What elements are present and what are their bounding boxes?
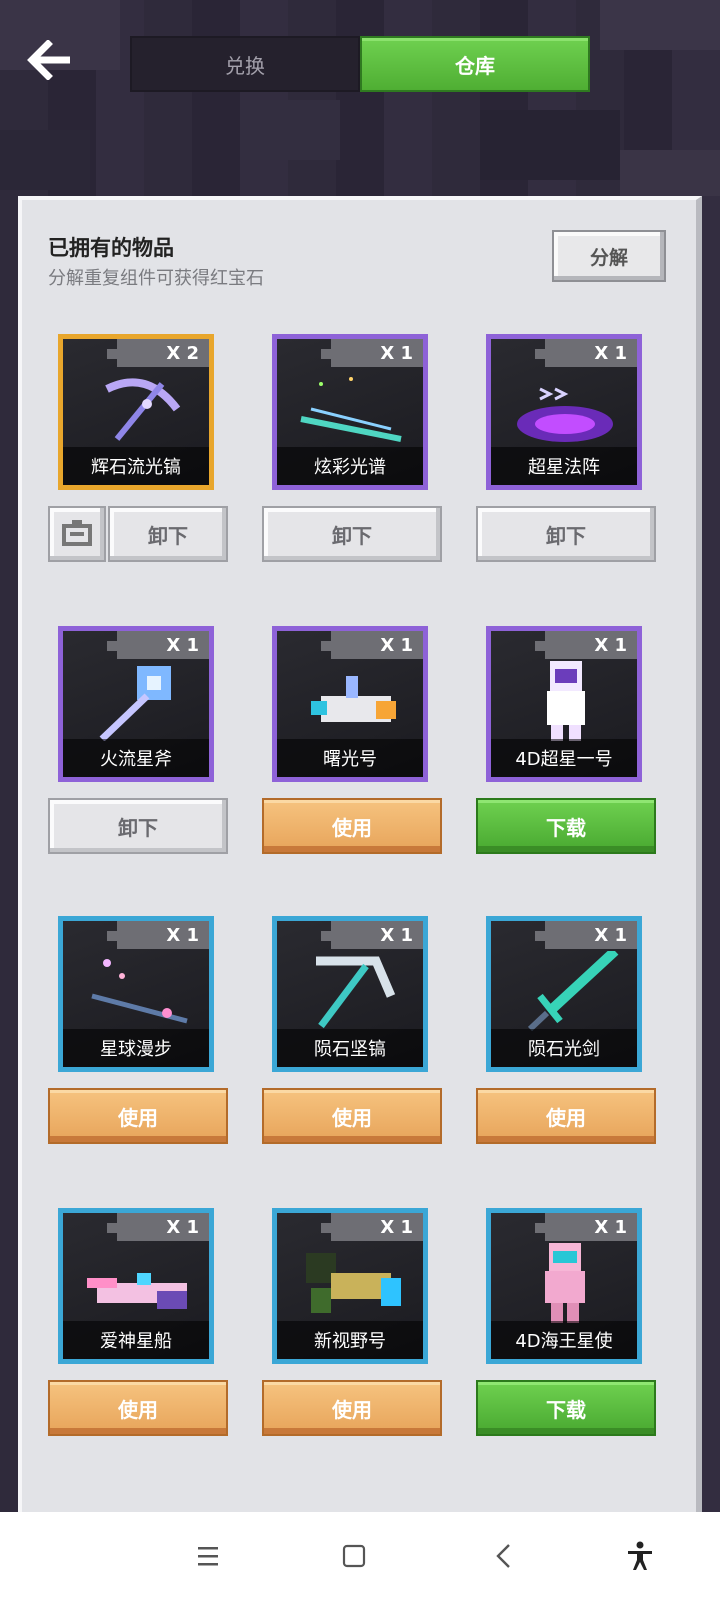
- quantity-badge: X 1: [321, 1213, 423, 1241]
- new-horizons-ship-icon: [306, 1253, 401, 1313]
- unequip-button[interactable]: 卸下: [48, 798, 228, 854]
- spaceship-icon: [311, 676, 396, 722]
- use-button[interactable]: 使用: [48, 1088, 228, 1144]
- item-card[interactable]: X 1 4D超星一号: [486, 626, 642, 782]
- meteor-pickaxe-icon: [316, 956, 396, 1029]
- meteor-sword-icon: [527, 951, 619, 1031]
- use-button[interactable]: 使用: [476, 1088, 656, 1144]
- item-card[interactable]: X 1 星球漫步: [58, 916, 214, 1072]
- panel-subtitle: 分解重复组件可获得红宝石: [48, 268, 264, 289]
- item-card[interactable]: X 1 炫彩光谱: [272, 334, 428, 490]
- quantity-badge: X 1: [107, 921, 209, 949]
- item-card[interactable]: X 1 火流星斧: [58, 626, 214, 782]
- item-name: 陨石光剑: [491, 1029, 637, 1067]
- quantity-badge: X 1: [107, 1213, 209, 1241]
- accessibility-icon: [628, 1541, 652, 1570]
- item-name: 爱神星船: [63, 1321, 209, 1359]
- unequip-button[interactable]: 卸下: [262, 506, 442, 562]
- download-button[interactable]: 下载: [476, 1380, 656, 1436]
- item-name: 星球漫步: [63, 1029, 209, 1067]
- home-icon: [342, 1544, 366, 1568]
- neptune-messenger-skin-icon: [545, 1243, 585, 1323]
- item-name: 陨石坚镐: [277, 1029, 423, 1067]
- use-button[interactable]: 使用: [48, 1380, 228, 1436]
- panel-title: 已拥有的物品: [48, 236, 174, 260]
- magic-circle-icon: [517, 387, 613, 442]
- item-card[interactable]: X 1 爱神星船: [58, 1208, 214, 1364]
- unequip-button[interactable]: 卸下: [108, 506, 228, 562]
- item-name: 曙光号: [277, 739, 423, 777]
- tab-bar: 兑换 仓库: [130, 36, 590, 92]
- top-bar: 兑换 仓库: [0, 0, 720, 130]
- menu-icon: [198, 1547, 218, 1566]
- quantity-badge: X 2: [107, 339, 209, 367]
- disassemble-button[interactable]: [48, 506, 106, 562]
- system-nav-bar: [0, 1512, 720, 1600]
- item-card[interactable]: X 1 陨石光剑: [486, 916, 642, 1072]
- decompose-button[interactable]: 分解: [552, 230, 666, 282]
- axe-icon: [99, 666, 171, 741]
- use-button[interactable]: 使用: [262, 798, 442, 854]
- quantity-badge: X 1: [535, 1213, 637, 1241]
- quantity-badge: X 1: [535, 921, 637, 949]
- use-button[interactable]: 使用: [262, 1088, 442, 1144]
- download-button[interactable]: 下载: [476, 798, 656, 854]
- item-name: 炫彩光谱: [277, 447, 423, 485]
- item-card[interactable]: X 1 陨石坚镐: [272, 916, 428, 1072]
- back-icon: [496, 1544, 510, 1568]
- item-card[interactable]: X 1 4D海王星使: [486, 1208, 642, 1364]
- tab-exchange[interactable]: 兑换: [130, 36, 360, 92]
- quantity-badge: X 1: [321, 631, 423, 659]
- item-name: 新视野号: [277, 1321, 423, 1359]
- arrow-left-icon: [27, 39, 70, 81]
- nav-menu-button[interactable]: [188, 1536, 228, 1576]
- quantity-badge: X 1: [535, 631, 637, 659]
- nav-accessibility-button[interactable]: [620, 1536, 660, 1576]
- item-card[interactable]: X 2 辉石流光镐: [58, 334, 214, 490]
- nav-back-button[interactable]: [484, 1536, 524, 1576]
- unequip-button[interactable]: 卸下: [476, 506, 656, 562]
- tab-warehouse[interactable]: 仓库: [360, 36, 590, 92]
- item-name: 火流星斧: [63, 739, 209, 777]
- back-button[interactable]: [26, 39, 72, 81]
- item-card[interactable]: X 1 曙光号: [272, 626, 428, 782]
- spectrum-trail-icon: [300, 377, 402, 442]
- quantity-badge: X 1: [107, 631, 209, 659]
- item-card[interactable]: X 1 超星法阵: [486, 334, 642, 490]
- quantity-badge: X 1: [321, 921, 423, 949]
- nav-home-button[interactable]: [334, 1536, 374, 1576]
- quantity-badge: X 1: [321, 339, 423, 367]
- item-name: 超星法阵: [491, 447, 637, 485]
- inventory-panel: 已拥有的物品 分解重复组件可获得红宝石 分解 X 2 辉石流光镐 卸下 X 1 …: [18, 196, 702, 1512]
- item-card[interactable]: X 1 新视野号: [272, 1208, 428, 1364]
- quantity-badge: X 1: [535, 339, 637, 367]
- planet-walk-trail-icon: [91, 959, 188, 1024]
- character-skin-icon: [547, 661, 585, 741]
- disassemble-icon: [62, 520, 92, 546]
- item-name: 4D海王星使: [491, 1321, 637, 1359]
- use-button[interactable]: 使用: [262, 1380, 442, 1436]
- item-name: 4D超星一号: [491, 739, 637, 777]
- cupid-ship-icon: [87, 1273, 187, 1309]
- pickaxe-icon: [105, 378, 181, 441]
- item-name: 辉石流光镐: [63, 447, 209, 485]
